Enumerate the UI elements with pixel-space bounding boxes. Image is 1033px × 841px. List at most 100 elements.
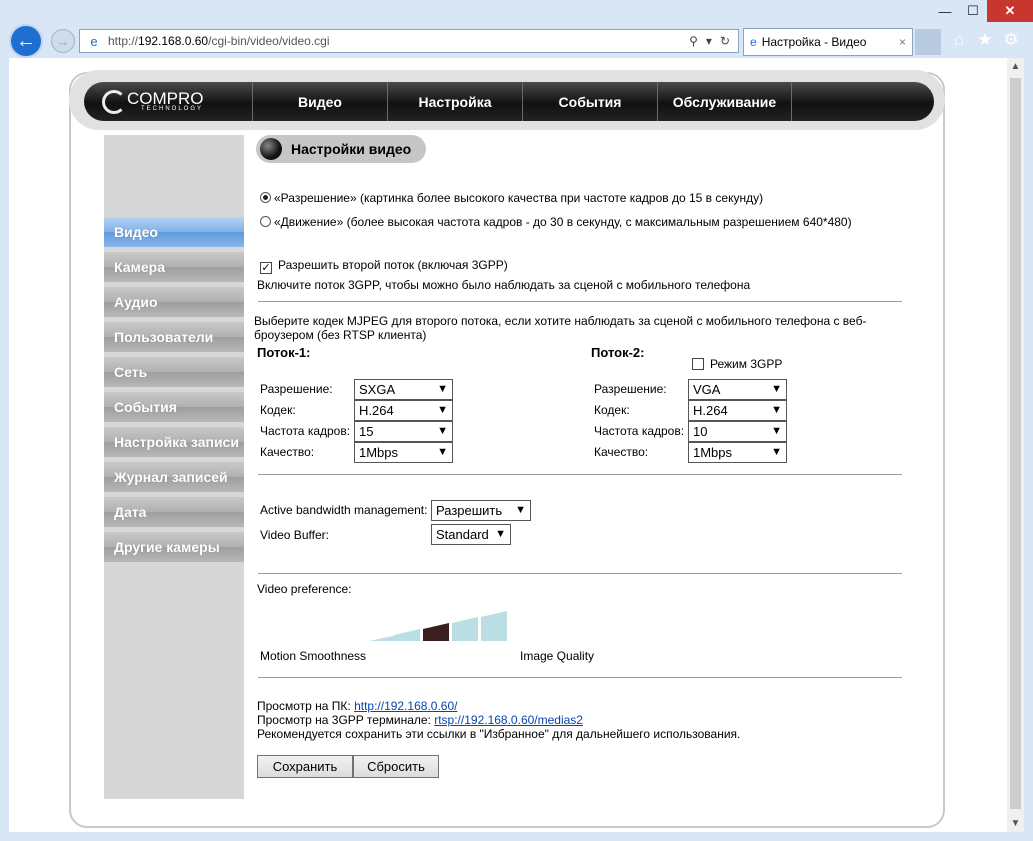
minimize-button[interactable]: — <box>931 0 959 22</box>
stream1-quality-label: Качество: <box>260 445 315 459</box>
sidebar-item-camera[interactable]: Камера <box>104 252 244 282</box>
sidebar-item-record-log[interactable]: Журнал записей <box>104 462 244 492</box>
sidebar: Видео Камера Аудио Пользователи Сеть Соб… <box>104 135 244 799</box>
abm-label: Active bandwidth management: <box>260 503 428 517</box>
sidebar-item-events[interactable]: События <box>104 392 244 422</box>
video-buffer-select[interactable]: Standard ▼ <box>431 524 511 545</box>
divider <box>258 301 902 302</box>
chevron-down-icon: ▼ <box>495 528 506 540</box>
address-url[interactable]: http://192.168.0.60/cgi-bin/video/video.… <box>108 34 689 48</box>
stream1-codec-label: Кодек: <box>260 403 296 417</box>
chevron-down-icon: ▼ <box>437 425 448 437</box>
arrow-right-icon: → <box>56 33 70 49</box>
stream1-framerate-label: Частота кадров: <box>260 424 351 438</box>
view-pc-link[interactable]: http://192.168.0.60/ <box>354 699 457 713</box>
mode-resolution-radio[interactable] <box>260 192 271 203</box>
tab-video-settings[interactable]: e Настройка - Видео × <box>743 28 913 56</box>
scroll-down-icon[interactable]: ▼ <box>1007 815 1024 832</box>
sidebar-item-audio[interactable]: Аудио <box>104 287 244 317</box>
scroll-up-icon[interactable]: ▲ <box>1007 58 1024 75</box>
chevron-down-icon: ▼ <box>771 425 782 437</box>
divider <box>258 573 902 574</box>
chevron-down-icon: ▼ <box>771 383 782 395</box>
stream1-resolution-select[interactable]: SXGA ▼ <box>354 379 453 400</box>
stream2-title: Поток-2: <box>591 345 645 360</box>
bookmark-hint: Рекомендуется сохранить эти ссылки в "Из… <box>257 727 741 741</box>
chevron-down-icon: ▼ <box>437 383 448 395</box>
image-quality-label: Image Quality <box>520 649 595 663</box>
stream2-framerate-select[interactable]: 10 ▼ <box>688 421 787 442</box>
refresh-icon[interactable]: ↻ <box>720 34 730 48</box>
nav-maintenance[interactable]: Обслуживание <box>657 82 792 121</box>
page-title: Настройки видео <box>256 135 426 163</box>
arrow-left-icon: ← <box>16 29 36 52</box>
view-3gpp-line: Просмотр на 3GPP терминале: rtsp://192.1… <box>257 713 583 727</box>
stream1-codec-select[interactable]: H.264 ▼ <box>354 400 453 421</box>
nav-events[interactable]: События <box>522 82 657 121</box>
sidebar-item-video[interactable]: Видео <box>104 217 244 247</box>
stream2-framerate-label: Частота кадров: <box>594 424 685 438</box>
video-preference-slider[interactable] <box>369 611 519 641</box>
view-pc-line: Просмотр на ПК: http://192.168.0.60/ <box>257 699 458 713</box>
video-buffer-label: Video Buffer: <box>260 528 329 542</box>
chevron-down-icon: ▼ <box>771 404 782 416</box>
stream2-codec-label: Кодек: <box>594 403 630 417</box>
star-icon[interactable]: ★ <box>974 28 996 52</box>
preference-step[interactable] <box>394 629 420 641</box>
stream1-title: Поток-1: <box>257 345 311 360</box>
preference-step[interactable] <box>369 635 398 641</box>
sidebar-item-record-settings[interactable]: Настройка записи <box>104 427 244 457</box>
sidebar-item-users[interactable]: Пользователи <box>104 322 244 352</box>
stream1-quality-select[interactable]: 1Mbps ▼ <box>354 442 453 463</box>
logo-ring-icon <box>102 89 126 114</box>
save-button[interactable]: Сохранить <box>257 755 353 778</box>
sidebar-item-network[interactable]: Сеть <box>104 357 244 387</box>
nav-settings[interactable]: Настройка <box>387 82 522 121</box>
motion-smoothness-label: Motion Smoothness <box>260 649 367 663</box>
maximize-button[interactable]: ☐ <box>959 0 987 22</box>
main-navigation: COMPRO TECHNOLOGY Видео Настройка События… <box>84 82 934 121</box>
divider <box>258 474 902 475</box>
abm-select[interactable]: Разрешить ▼ <box>431 500 531 521</box>
preference-step[interactable] <box>481 611 507 641</box>
search-icon[interactable]: ⚲ <box>689 34 698 48</box>
second-stream-option[interactable]: ✓ Разрешить второй поток (включая 3GPP) <box>260 258 508 274</box>
sidebar-item-date[interactable]: Дата <box>104 497 244 527</box>
stream2-resolution-select[interactable]: VGA ▼ <box>688 379 787 400</box>
chevron-down-icon: ▼ <box>771 446 782 458</box>
chevron-down-icon[interactable]: ▾ <box>706 34 712 48</box>
window-controls: — ☐ ✕ <box>931 0 1033 22</box>
stream2-quality-select[interactable]: 1Mbps ▼ <box>688 442 787 463</box>
new-tab-button[interactable] <box>915 29 941 55</box>
mode-3gpp-option[interactable]: Режим 3GPP <box>692 357 782 371</box>
scrollbar-thumb[interactable] <box>1010 78 1021 809</box>
stream2-resolution-label: Разрешение: <box>594 382 667 396</box>
mode-resolution-option[interactable]: «Разрешение» (картинка более высокого ка… <box>260 191 763 205</box>
stream1-framerate-select[interactable]: 15 ▼ <box>354 421 453 442</box>
vertical-scrollbar[interactable]: ▲ ▼ <box>1007 58 1024 832</box>
video-preference-label: Video preference: <box>257 582 352 596</box>
view-3gpp-link[interactable]: rtsp://192.168.0.60/medias2 <box>434 713 583 727</box>
forward-button[interactable]: → <box>51 29 75 53</box>
title-ball-icon <box>260 138 282 160</box>
gear-icon[interactable]: ⚙ <box>1000 28 1022 52</box>
close-window-button[interactable]: ✕ <box>987 0 1033 22</box>
chevron-down-icon: ▼ <box>437 446 448 458</box>
address-bar[interactable]: e http://192.168.0.60/cgi-bin/video/vide… <box>79 29 739 53</box>
mode-motion-option[interactable]: «Движение» (более высокая частота кадров… <box>260 215 852 229</box>
mjpeg-hint-line1: Выберите кодек MJPEG для второго потока,… <box>254 314 867 328</box>
nav-video[interactable]: Видео <box>252 82 387 121</box>
mode-3gpp-checkbox[interactable] <box>692 358 704 370</box>
tab-title: Настройка - Видео <box>761 35 867 49</box>
reset-button[interactable]: Сбросить <box>353 755 439 778</box>
home-icon[interactable]: ⌂ <box>948 28 970 52</box>
preference-step[interactable] <box>423 623 449 641</box>
preference-step[interactable] <box>452 617 478 641</box>
sidebar-item-other-cameras[interactable]: Другие камеры <box>104 532 244 562</box>
tab-close-icon[interactable]: × <box>899 35 906 49</box>
divider <box>258 677 902 678</box>
second-stream-checkbox[interactable]: ✓ <box>260 262 272 274</box>
back-button[interactable]: ← <box>9 24 43 58</box>
stream2-codec-select[interactable]: H.264 ▼ <box>688 400 787 421</box>
mode-motion-radio[interactable] <box>260 216 271 227</box>
